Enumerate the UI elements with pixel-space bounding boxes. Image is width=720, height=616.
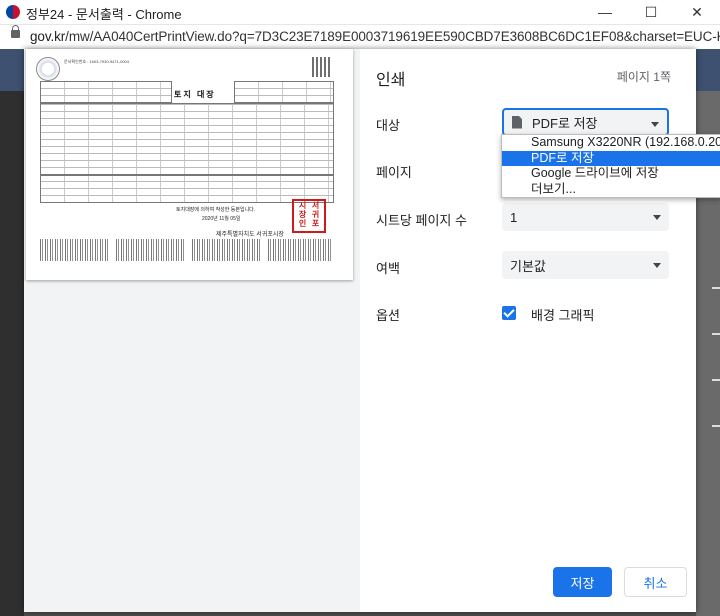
- document-icon: [512, 115, 522, 129]
- barcode-icon: [40, 239, 110, 261]
- destination-label: 대상: [376, 118, 400, 133]
- pages-per-sheet-select[interactable]: 1: [502, 203, 669, 231]
- address-bar[interactable]: gov.kr/mw/AA040CertPrintView.do?q=7D3C23…: [0, 25, 720, 50]
- barcode-icon: [268, 239, 332, 261]
- dropdown-option-printer[interactable]: Samsung X3220NR (192.168.0.200): [502, 135, 720, 151]
- save-button[interactable]: 저장: [553, 567, 612, 597]
- backdrop-edge-mark: [712, 425, 720, 427]
- maximize-button[interactable]: ☐: [628, 0, 674, 24]
- qr-code-icon: [312, 57, 332, 77]
- margins-label: 여백: [376, 261, 400, 276]
- backdrop-edge-mark: [712, 379, 720, 381]
- print-dialog: 문서확인번호 : 1603-7930-9471-0004 토지 대장 토지대장에…: [24, 49, 720, 612]
- price-table: [40, 175, 334, 203]
- backdrop-edge-mark: [712, 287, 720, 289]
- background-graphics-checkbox[interactable]: [502, 306, 516, 320]
- window-title: 정부24 - 문서출력 - Chrome: [26, 7, 182, 22]
- chevron-down-icon: [653, 263, 661, 268]
- dropdown-option-google-drive[interactable]: Google 드라이브에 저장: [502, 166, 720, 182]
- close-window-button[interactable]: ✕: [674, 0, 720, 24]
- background-graphics-label[interactable]: 배경 그래픽: [531, 305, 594, 324]
- notice-text: 토지대장에 의하여 작성한 등본입니다.: [176, 207, 256, 213]
- page-count: 페이지 1쪽: [616, 70, 671, 84]
- gov-favicon-icon: [6, 5, 20, 19]
- chevron-down-icon: [653, 215, 661, 220]
- margins-select[interactable]: 기본값: [502, 251, 669, 279]
- url-text[interactable]: gov.kr/mw/AA040CertPrintView.do?q=7D3C23…: [30, 29, 720, 44]
- document-title: 토지 대장: [174, 90, 216, 99]
- doc-number: 문서확인번호 : 1603-7930-9471-0004: [64, 59, 130, 64]
- pages-per-sheet-value: 1: [510, 209, 518, 225]
- url-path: /mw/AA040CertPrintView.do?q=7D3C23E7189E…: [65, 29, 720, 44]
- dropdown-option-see-more[interactable]: 더보기...: [502, 182, 720, 198]
- options-label: 옵션: [376, 308, 400, 323]
- destination-select[interactable]: PDF로 저장: [502, 108, 669, 136]
- backdrop-left: [0, 91, 24, 616]
- lock-icon: [11, 25, 20, 38]
- barcode-icon: [116, 239, 186, 261]
- info-table-left: [40, 81, 172, 103]
- official-seal: 시장인서귀포: [292, 199, 326, 233]
- url-host: gov.kr: [30, 29, 66, 44]
- preview-page: 문서확인번호 : 1603-7930-9471-0004 토지 대장 토지대장에…: [26, 49, 353, 280]
- barcode-icon: [192, 239, 262, 261]
- backdrop-edge-mark: [712, 333, 720, 335]
- print-preview-pane: 문서확인번호 : 1603-7930-9471-0004 토지 대장 토지대장에…: [24, 49, 360, 612]
- dialog-title: 인쇄: [376, 72, 406, 89]
- land-record-table: [40, 103, 334, 175]
- cancel-button[interactable]: 취소: [624, 567, 687, 597]
- print-settings-pane: 인쇄 페이지 1쪽 대상 PDF로 저장 Samsung X3220NR (19…: [360, 49, 720, 612]
- issuer-name: 제주특별자치도 서귀포시장: [216, 232, 284, 238]
- pages-label: 페이지: [376, 165, 412, 180]
- issue-date: 2020년 11월 05일: [202, 216, 241, 222]
- dropdown-option-save-pdf[interactable]: PDF로 저장: [502, 150, 720, 166]
- chevron-down-icon: [651, 122, 659, 127]
- window-titlebar: 정부24 - 문서출력 - Chrome — ☐ ✕: [0, 0, 720, 25]
- destination-dropdown: Samsung X3220NR (192.168.0.200) PDF로 저장 …: [501, 134, 720, 198]
- destination-value: PDF로 저장: [532, 115, 598, 131]
- government-emblem-icon: [36, 57, 60, 81]
- pages-per-sheet-label: 시트당 페이지 수: [376, 213, 467, 228]
- info-table-right: [234, 81, 334, 103]
- margins-value: 기본값: [510, 258, 546, 274]
- minimize-button[interactable]: —: [582, 0, 628, 24]
